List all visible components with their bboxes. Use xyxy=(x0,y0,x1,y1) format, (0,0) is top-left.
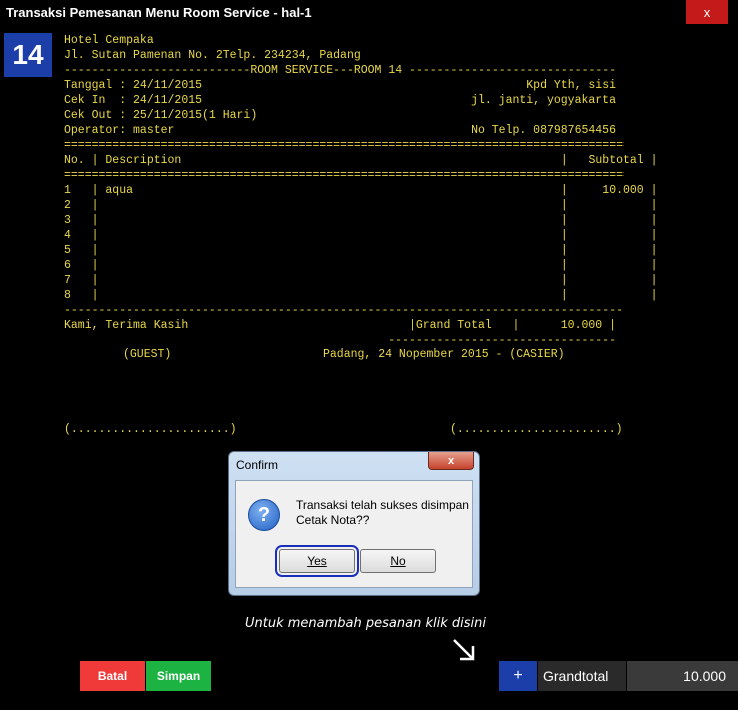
dialog-message-line2: Cetak Nota?? xyxy=(296,513,370,527)
add-order-hint: Untuk menambah pesanan klik disini xyxy=(245,616,486,631)
title-bar: Transaksi Pemesanan Menu Room Service - … xyxy=(0,0,738,25)
confirm-dialog: Confirm x ? Transaksi telah sukses disim… xyxy=(228,451,480,596)
arrow-down-right-icon xyxy=(453,639,475,661)
dialog-body: ? Transaksi telah sukses disimpan Cetak … xyxy=(235,480,473,588)
kpd-yth: Kpd Yth, sisi xyxy=(526,79,616,92)
guest-phone: No Telp. 087987654456 xyxy=(471,124,616,137)
table-row: 1 | aqua | 10.000 | xyxy=(64,184,658,197)
double-rule-2: ========================================… xyxy=(64,169,624,182)
batal-button[interactable]: Batal xyxy=(80,661,145,691)
operator: Operator: master xyxy=(64,124,175,137)
casier-label: Padang, 24 Nopember 2015 - (CASIER) xyxy=(323,348,565,361)
no-button-label: No xyxy=(390,554,406,568)
question-icon: ? xyxy=(248,499,280,531)
hotel-address: Jl. Sutan Pamenan No. 2Telp. 234234, Pad… xyxy=(64,49,361,62)
guest-label: (GUEST) xyxy=(123,348,172,361)
single-rule: ----------------------------------------… xyxy=(64,304,624,317)
cek-out: Cek Out : 25/11/2015(1 Hari) xyxy=(64,109,258,122)
hotel-name: Hotel Cempaka xyxy=(64,34,154,47)
cek-in: Cek In : 24/11/2015 xyxy=(64,94,203,107)
grand-total-row: |Grand Total | 10.000 | xyxy=(408,319,616,332)
double-rule: ========================================… xyxy=(64,139,624,152)
tanggal: Tanggal : 24/11/2015 xyxy=(64,79,203,92)
yes-button-label: Yes xyxy=(307,554,327,568)
dialog-message-line1: Transaksi telah sukses disimpan xyxy=(296,498,469,512)
grandtotal-value: 10.000 xyxy=(627,661,738,691)
service-header: ---------------------------ROOM SERVICE-… xyxy=(64,64,617,77)
add-order-button[interactable]: + xyxy=(499,661,537,691)
table-row: 7 | | | xyxy=(64,274,658,287)
table-row: 6 | | | xyxy=(64,259,658,272)
yes-button[interactable]: Yes xyxy=(275,545,359,577)
short-rule: --------------------------------- xyxy=(388,334,616,347)
room-number-badge: 14 xyxy=(4,33,52,77)
column-header: No. | Description | Subtotal | xyxy=(64,154,658,167)
thanks-text: Kami, Terima Kasih xyxy=(64,319,189,332)
guest-address: jl. janti, yogyakarta xyxy=(471,94,616,107)
table-row: 5 | | | xyxy=(64,244,658,257)
dialog-message: Transaksi telah sukses disimpan Cetak No… xyxy=(296,498,469,528)
dialog-title: Confirm xyxy=(236,458,279,472)
dialog-close-button[interactable]: x xyxy=(428,452,474,470)
table-row: 8 | | | xyxy=(64,289,658,302)
window-title: Transaksi Pemesanan Menu Room Service - … xyxy=(6,5,312,20)
table-row: 2 | | | xyxy=(64,199,658,212)
no-button[interactable]: No xyxy=(360,549,436,573)
grandtotal-label: Grandtotal xyxy=(538,661,626,691)
window-close-button[interactable]: x xyxy=(686,0,728,24)
table-row: 3 | | | xyxy=(64,214,658,227)
simpan-button[interactable]: Simpan xyxy=(146,661,211,691)
signature-line-left: (.......................) xyxy=(64,423,237,436)
signature-line-right: (.......................) xyxy=(450,423,623,436)
receipt-text: Hotel Cempaka Jl. Sutan Pamenan No. 2Tel… xyxy=(64,33,658,348)
table-row: 4 | | | xyxy=(64,229,658,242)
